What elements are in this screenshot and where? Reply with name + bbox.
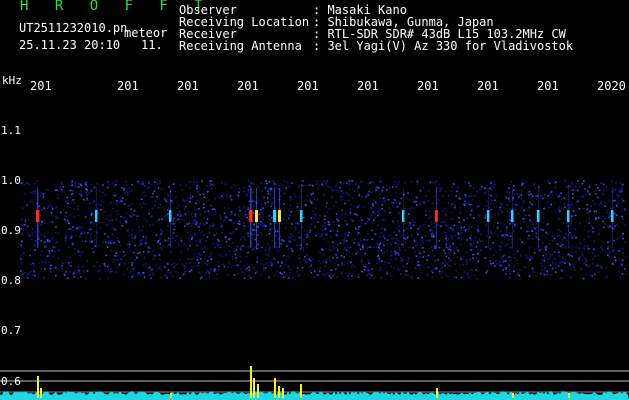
echo-core <box>300 210 303 222</box>
time-label: 201 <box>30 79 52 93</box>
echo-core <box>567 210 570 222</box>
freq-label: 0.6 <box>1 375 21 388</box>
level-spike <box>436 388 438 398</box>
echo-core <box>537 210 540 222</box>
level-spike <box>282 388 284 398</box>
echo-core <box>36 210 40 222</box>
freq-label: 0.8 <box>1 274 21 287</box>
level-spike <box>274 378 276 398</box>
meteor-count: 11. <box>141 38 163 52</box>
freq-label: 0.7 <box>1 324 21 337</box>
time-label: 201 <box>417 79 439 93</box>
echo-core <box>169 210 172 222</box>
signal-level-panel <box>0 366 629 400</box>
date-time: 25.11.23 20:10 <box>19 38 121 52</box>
level-spike <box>250 366 252 398</box>
time-label: 201 <box>357 79 379 93</box>
unit-label: kHz <box>2 74 22 87</box>
level-spike <box>568 393 570 398</box>
echo-core <box>402 210 405 222</box>
echo-core <box>278 210 281 222</box>
echo-core <box>511 210 514 222</box>
echo-core <box>487 210 490 222</box>
antenna-value: : 3el Yagi(V) Az 330 for Vladivostok <box>313 39 574 53</box>
level-spike <box>278 386 280 398</box>
freq-label: 0.9 <box>1 224 21 237</box>
antenna-label: Receiving Antenna <box>179 39 302 53</box>
echo-core <box>95 210 98 222</box>
level-spike <box>40 388 42 398</box>
time-label: 2020 <box>597 79 626 93</box>
level-spike <box>512 393 514 398</box>
time-label: 201 <box>177 79 199 93</box>
echo-core <box>435 210 438 222</box>
file-name: UT2511232010.pn <box>19 21 128 35</box>
echo-core <box>611 210 614 222</box>
time-label: 201 <box>537 79 559 93</box>
time-label: 201 <box>297 79 319 93</box>
echo-core <box>255 210 258 222</box>
spectrogram: kHz 201 201 201 201 201 201 201 201 201 … <box>0 74 629 400</box>
time-label: 201 <box>477 79 499 93</box>
level-spike <box>257 384 259 398</box>
echo-core <box>249 210 253 222</box>
time-label: 201 <box>117 79 139 93</box>
freq-label: 1.1 <box>1 124 21 137</box>
level-spike <box>253 378 255 398</box>
noise-band <box>20 180 627 280</box>
level-spike <box>37 376 39 398</box>
level-spike <box>170 393 172 398</box>
time-label: 201 <box>237 79 259 93</box>
level-spike <box>300 384 302 398</box>
header-panel: H R O F F T UT2511232010.pn meteor 25.11… <box>0 0 629 60</box>
freq-label: 1.0 <box>1 174 21 187</box>
echo-core <box>273 210 277 222</box>
